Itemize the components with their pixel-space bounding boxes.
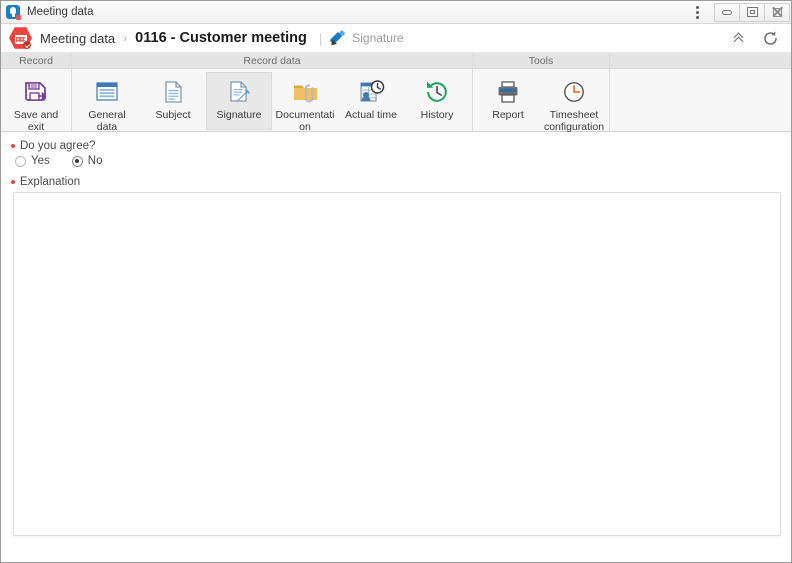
ribbon-group-title-record: Record xyxy=(1,53,71,69)
radio-indicator-yes[interactable] xyxy=(15,155,26,167)
chevron-double-up-icon[interactable] xyxy=(728,26,752,50)
ribbon-button-label: Save and exit xyxy=(13,109,59,133)
ribbon-toolbar: Record Save and exit Record data General… xyxy=(1,53,791,139)
timesheet-configuration-icon xyxy=(559,77,589,107)
explanation-field-label: Explanation xyxy=(11,176,781,188)
ribbon-group-title-empty xyxy=(610,53,791,69)
window-title: Meeting data xyxy=(27,6,94,18)
save-and-exit-icon xyxy=(21,77,51,107)
explanation-label-text: Explanation xyxy=(20,176,81,188)
ribbon-group-record-data: Record data General data Subject Signatu… xyxy=(72,53,473,139)
close-button[interactable] xyxy=(764,2,790,22)
ribbon-button-history[interactable]: History xyxy=(404,72,470,130)
refresh-icon[interactable] xyxy=(758,26,782,50)
ribbon-group-title-tools: Tools xyxy=(473,53,609,69)
documentation-icon xyxy=(290,77,320,107)
required-marker-icon xyxy=(11,144,15,148)
ribbon-button-actual-time[interactable]: Actual time xyxy=(338,72,404,130)
ribbon-button-save-and-exit[interactable]: Save and exit xyxy=(3,72,69,136)
signature-icon xyxy=(224,77,254,107)
title-bar: Meeting data xyxy=(1,1,791,24)
ribbon-button-timesheet-configuration[interactable]: Timesheet configuration xyxy=(541,72,607,136)
ribbon-group-record: Record Save and exit xyxy=(1,53,72,132)
minimize-button[interactable] xyxy=(714,2,740,22)
pen-icon xyxy=(329,29,346,47)
breadcrumb-pipe: | xyxy=(318,30,323,46)
breadcrumb-current-record: 0116 - Customer meeting xyxy=(135,30,307,46)
ribbon-button-label: Subject xyxy=(155,109,191,121)
actual-time-icon xyxy=(356,77,386,107)
ribbon-button-signature[interactable]: Signature xyxy=(206,72,272,130)
ribbon-button-label: Report xyxy=(492,109,524,121)
close-icon xyxy=(771,7,783,18)
breadcrumb-separator: › xyxy=(123,31,128,45)
app-icon xyxy=(5,4,21,20)
ribbon-button-label: General data xyxy=(88,109,126,133)
radio-label-yes: Yes xyxy=(31,155,50,167)
maximize-button[interactable] xyxy=(739,2,765,22)
agree-field-label: Do you agree? xyxy=(11,140,781,152)
general-data-icon xyxy=(92,77,122,107)
ribbon-group-empty xyxy=(610,53,791,131)
ribbon-button-label: Timesheet configuration xyxy=(543,109,605,133)
ribbon-button-subject[interactable]: Subject xyxy=(140,72,206,130)
breadcrumb-root[interactable]: Meeting data xyxy=(40,31,115,46)
explanation-input[interactable] xyxy=(13,192,781,536)
breadcrumb: Meeting data › 0116 - Customer meeting |… xyxy=(1,24,791,53)
radio-indicator-no[interactable] xyxy=(71,155,83,167)
calendar-record-icon xyxy=(9,27,32,50)
ribbon-button-report[interactable]: Report xyxy=(475,72,541,130)
subject-icon xyxy=(158,77,188,107)
application-window: Meeting data Meeting data › 0116 - Custo… xyxy=(0,0,792,563)
report-icon xyxy=(493,77,523,107)
required-marker-icon xyxy=(11,180,15,184)
minimize-icon xyxy=(722,9,732,15)
radio-label-no: No xyxy=(87,155,103,167)
ribbon-button-label: History xyxy=(420,109,454,121)
ribbon-group-tools: Tools Report Timesheet configuration xyxy=(473,53,610,132)
history-icon xyxy=(422,77,452,107)
ribbon-group-title-record-data: Record data xyxy=(72,53,472,69)
radio-option-no[interactable]: No xyxy=(71,155,103,167)
breadcrumb-section-label: Signature xyxy=(352,31,404,45)
ribbon-button-label: Actual time xyxy=(345,109,397,121)
ribbon-button-general-data[interactable]: General data xyxy=(74,72,140,136)
agree-radio-group: Yes No xyxy=(11,155,781,167)
kebab-menu-icon[interactable] xyxy=(685,2,709,23)
radio-option-yes[interactable]: Yes xyxy=(15,155,50,167)
agree-label-text: Do you agree? xyxy=(20,140,96,152)
ribbon-button-label: Signature xyxy=(216,109,262,121)
ribbon-button-label: Documentation xyxy=(275,109,335,133)
form-area: Do you agree? Yes No Explanation xyxy=(1,132,791,562)
